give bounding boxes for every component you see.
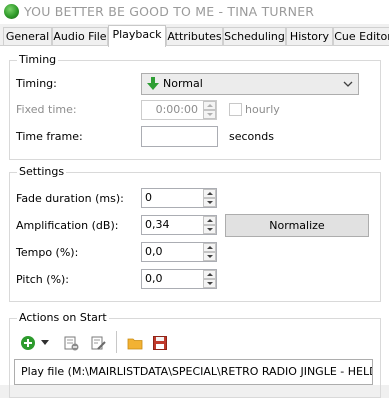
fixed-time-up-button[interactable]: [203, 101, 216, 110]
playback-panel: Timing Timing: Normal Fixed time: 0:00:0…: [0, 45, 389, 398]
timing-group-legend: Timing: [17, 53, 59, 66]
timing-value: Normal: [163, 77, 203, 90]
tab-playback[interactable]: Playback: [108, 25, 166, 47]
fade-duration-up-button[interactable]: [203, 189, 216, 198]
pitch-label: Pitch (%):: [16, 273, 70, 286]
fade-duration-label: Fade duration (ms):: [16, 192, 124, 205]
add-icon[interactable]: [20, 335, 36, 351]
tab-attributes[interactable]: Attributes: [166, 27, 223, 45]
amplification-up-button[interactable]: [203, 216, 216, 225]
save-icon[interactable]: [152, 335, 168, 351]
list-item[interactable]: Play file (M:\MAIRLISTDATA\SPECIAL\RETRO…: [21, 365, 372, 378]
fade-duration-down-button[interactable]: [203, 198, 216, 207]
tab-history[interactable]: History: [286, 27, 333, 45]
chevron-down-icon: [343, 81, 353, 87]
toolbar-separator: [116, 331, 117, 353]
tempo-up-button[interactable]: [203, 243, 216, 252]
time-frame-label: Time frame:: [16, 130, 83, 143]
edit-icon[interactable]: [90, 335, 106, 351]
hourly-label: hourly: [245, 103, 280, 116]
remove-icon[interactable]: [63, 335, 79, 351]
app-icon: [4, 4, 19, 19]
title-bar: YOU BETTER BE GOOD TO ME - TINA TURNER: [0, 0, 389, 24]
fixed-time-label: Fixed time:: [16, 103, 77, 116]
actions-list[interactable]: Play file (M:\MAIRLISTDATA\SPECIAL\RETRO…: [14, 359, 373, 385]
timing-dropdown[interactable]: Normal: [141, 73, 359, 95]
folder-icon[interactable]: [127, 335, 143, 351]
down-arrow-icon: [147, 77, 159, 90]
settings-group-legend: Settings: [17, 165, 67, 178]
pitch-down-button[interactable]: [203, 279, 216, 288]
hourly-checkbox[interactable]: [229, 103, 242, 116]
tab-general[interactable]: General: [3, 27, 52, 45]
timing-label: Timing:: [16, 77, 57, 90]
add-dropdown-arrow-icon[interactable]: [41, 340, 49, 346]
normalize-button[interactable]: Normalize: [225, 214, 369, 237]
amplification-label: Amplification (dB):: [16, 219, 119, 232]
tab-scheduling[interactable]: Scheduling: [223, 27, 286, 45]
tempo-label: Tempo (%):: [16, 246, 79, 259]
pitch-up-button[interactable]: [203, 270, 216, 279]
tab-cue-editor[interactable]: Cue Editor: [333, 27, 389, 45]
window-title: YOU BETTER BE GOOD TO ME - TINA TURNER: [24, 4, 315, 19]
actions-group-legend: Actions on Start: [17, 311, 109, 324]
tab-audio-file[interactable]: Audio File: [52, 27, 108, 45]
fixed-time-down-button[interactable]: [203, 110, 216, 119]
actions-group: Actions on Start: [9, 311, 381, 398]
tab-strip: General Audio File Playback Attributes S…: [0, 25, 389, 47]
seconds-label: seconds: [229, 130, 274, 143]
time-frame-input[interactable]: [141, 126, 218, 147]
amplification-down-button[interactable]: [203, 225, 216, 234]
tempo-down-button[interactable]: [203, 252, 216, 261]
